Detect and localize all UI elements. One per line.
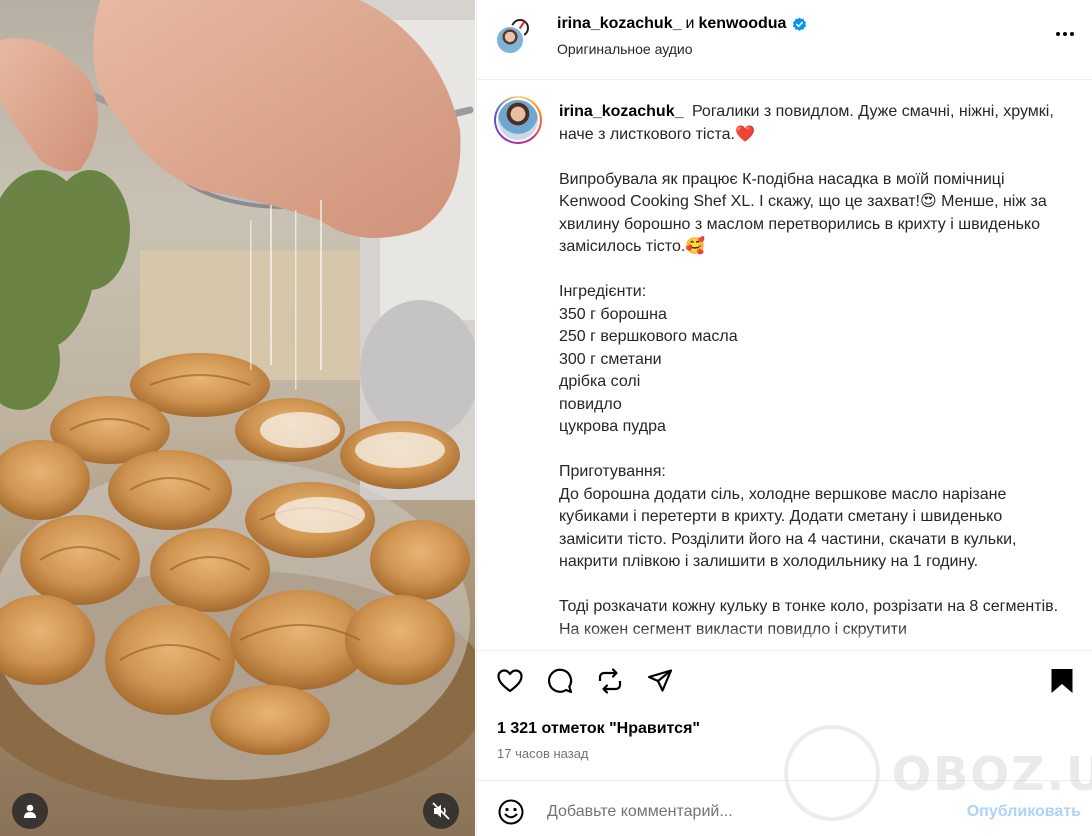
post-header: irina_kozachuk_ и kenwoodua Оригинальное… <box>477 0 1092 80</box>
speaker-muted-icon <box>432 802 450 820</box>
likes-count[interactable]: 1 321 отметок "Нравится" <box>497 720 700 738</box>
comment-bar: Опубликовать <box>477 780 1092 836</box>
post-panel: irina_kozachuk_ и kenwoodua Оригинальное… <box>476 0 1092 836</box>
post-authors: irina_kozachuk_ и kenwoodua <box>557 15 807 33</box>
caption-author-avatar[interactable] <box>494 96 542 144</box>
collaborator-username[interactable]: kenwoodua <box>698 15 786 33</box>
share-button[interactable] <box>645 666 675 696</box>
more-dots-icon <box>1056 32 1060 36</box>
post-comment-button[interactable]: Опубликовать <box>967 803 1081 821</box>
author-username[interactable]: irina_kozachuk_ <box>557 15 682 33</box>
share-icon <box>647 669 673 692</box>
author-avatar[interactable] <box>495 25 525 55</box>
repost-icon <box>598 668 622 694</box>
more-options-button[interactable] <box>1053 22 1077 46</box>
caption-body: Рогалики з повидлом. Дуже смачні, ніжні,… <box>559 103 1059 638</box>
caption-text: irina_kozachuk_ Рогалики з повидлом. Дуж… <box>559 101 1059 641</box>
collab-avatars[interactable] <box>495 15 535 59</box>
bookmark-icon <box>1051 669 1073 693</box>
caption-username[interactable]: irina_kozachuk_ <box>559 103 684 120</box>
tagged-user-button[interactable] <box>12 793 48 829</box>
action-bar: 1 321 отметок "Нравится" 17 часов назад <box>477 650 1092 780</box>
media-image <box>0 0 475 810</box>
save-button[interactable] <box>1047 666 1077 696</box>
comment-icon <box>547 668 573 694</box>
post-media[interactable] <box>0 0 475 836</box>
emoji-icon[interactable] <box>497 798 525 826</box>
authors-conjunction: и <box>685 15 695 32</box>
user-icon <box>24 804 36 818</box>
verified-badge-icon <box>793 17 807 31</box>
heart-icon <box>497 669 523 693</box>
audio-link[interactable]: Оригинальное аудио <box>557 41 693 57</box>
caption-section: irina_kozachuk_ Рогалики з повидлом. Дуж… <box>477 80 1092 650</box>
mute-button[interactable] <box>423 793 459 829</box>
post-timestamp[interactable]: 17 часов назад <box>497 746 589 761</box>
comment-button[interactable] <box>545 666 575 696</box>
like-button[interactable] <box>495 666 525 696</box>
comment-input[interactable] <box>547 799 947 825</box>
repost-button[interactable] <box>595 666 625 696</box>
caption-fade <box>477 626 1092 650</box>
